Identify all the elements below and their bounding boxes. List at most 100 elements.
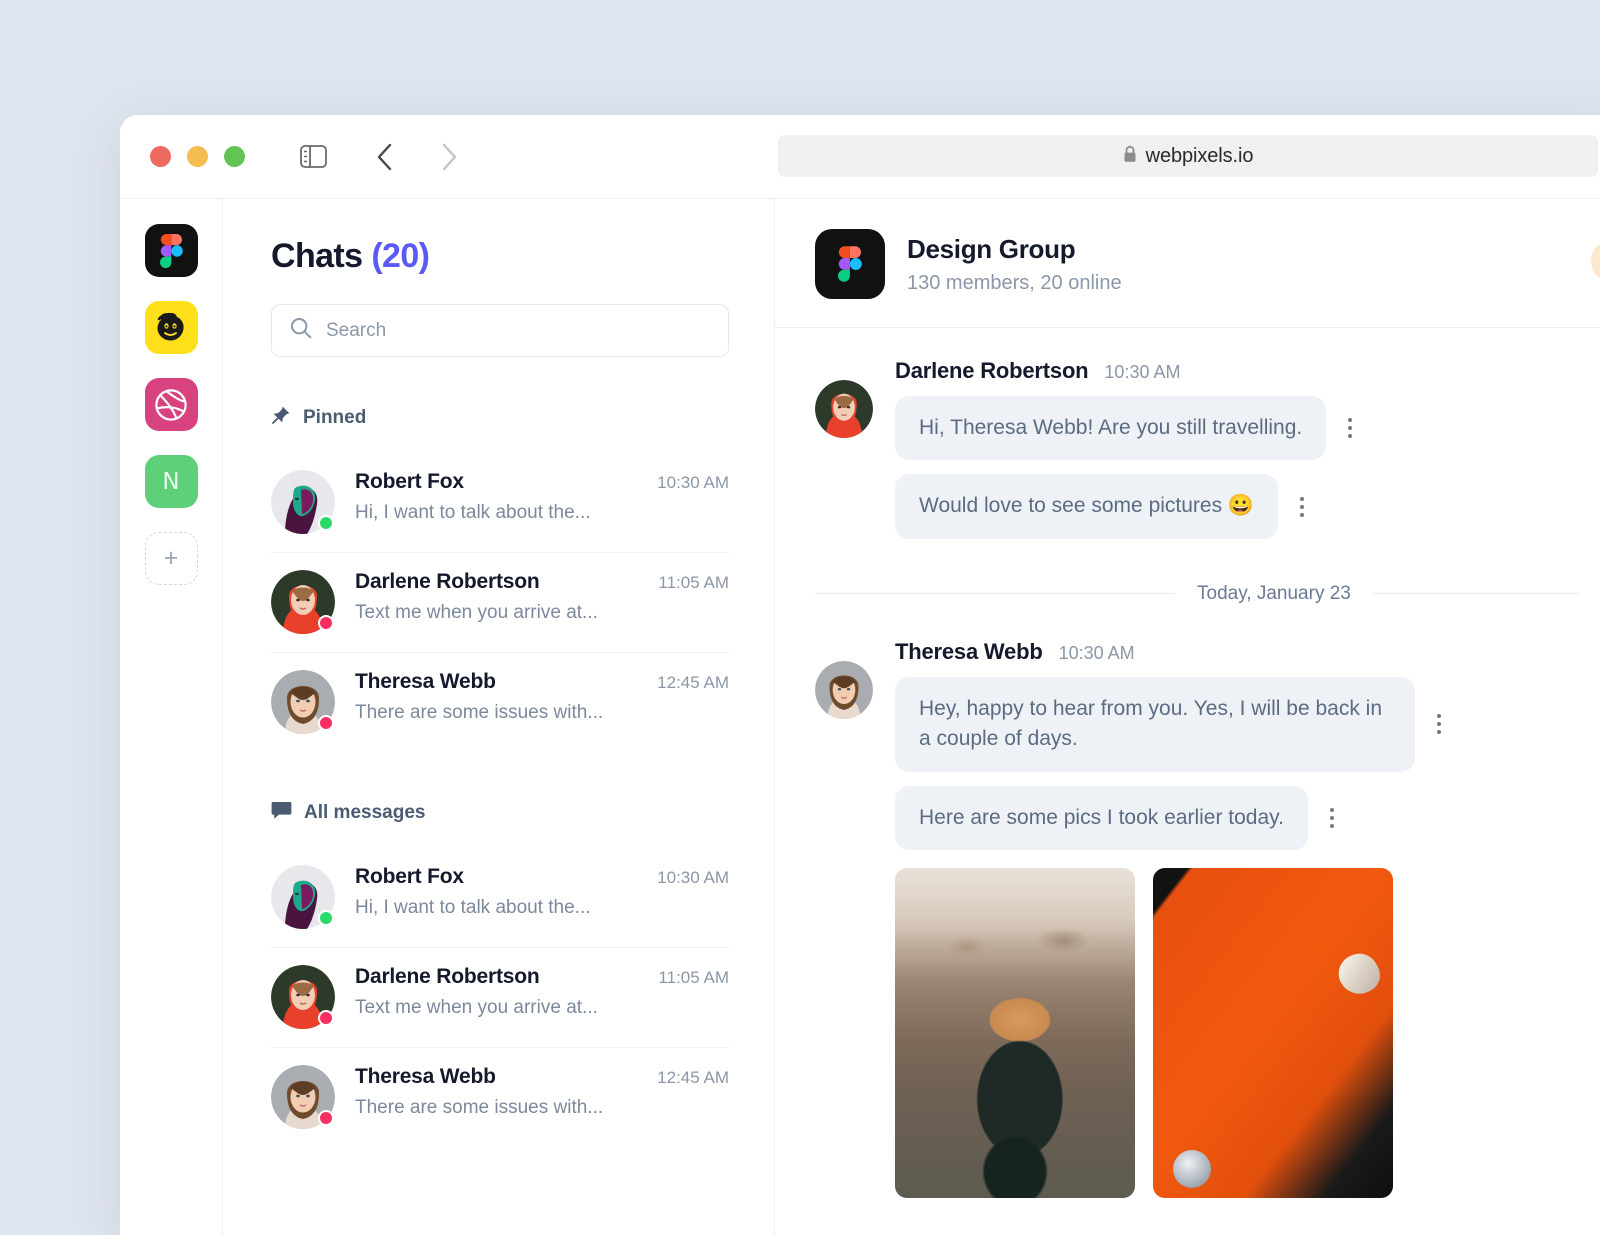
avatar-image: [815, 380, 873, 438]
section-header-pinned: Pinned: [271, 405, 729, 431]
message-sender: Theresa Webb: [895, 638, 1043, 664]
figma-icon: [838, 246, 862, 282]
message-bubble[interactable]: Hi, Theresa Webb! Are you still travelli…: [895, 396, 1327, 461]
message-bubble[interactable]: Would love to see some pictures 😀: [895, 474, 1279, 539]
list-item-body: Robert Fox 10:30 AM Hi, I want to talk a…: [355, 470, 729, 524]
forward-arrow-icon[interactable]: [426, 134, 472, 180]
conversation-panel: Design Group 130 members, 20 online Darl…: [775, 199, 1600, 1235]
message-timestamp: 10:30 AM: [1058, 642, 1135, 663]
avatar: [271, 670, 335, 734]
photo-attachment-orange-car[interactable]: [1153, 868, 1393, 1199]
avatar: [271, 1065, 335, 1129]
status-badge: [318, 1110, 334, 1126]
date-label: Today, January 23: [1197, 582, 1351, 604]
message-column: Theresa Webb 10:30 AM Hey, happy to hear…: [895, 639, 1580, 1199]
message-meta: Theresa Webb 10:30 AM: [895, 639, 1580, 665]
status-badge: [318, 515, 334, 531]
section-label-all-messages: All messages: [304, 802, 426, 823]
date-divider: Today, January 23: [815, 583, 1580, 605]
message-options-icon[interactable]: [1292, 491, 1312, 523]
timestamp: 12:45 AM: [657, 1068, 729, 1087]
list-item[interactable]: Darlene Robertson 11:05 AM Text me when …: [271, 948, 729, 1048]
timestamp: 12:45 AM: [657, 673, 729, 692]
close-button[interactable]: [150, 146, 171, 167]
pin-icon: [271, 405, 291, 431]
list-item-body: Darlene Robertson 11:05 AM Text me when …: [355, 570, 729, 624]
contact-name: Robert Fox: [355, 865, 464, 888]
message-options-icon[interactable]: [1340, 412, 1360, 444]
sidebar-toggle-icon[interactable]: [290, 134, 336, 180]
contact-name: Theresa Webb: [355, 670, 496, 693]
search-box[interactable]: [271, 304, 729, 357]
pinned-chat-items: Robert Fox 10:30 AM Hi, I want to talk a…: [271, 453, 729, 752]
contact-name: Theresa Webb: [355, 1065, 496, 1088]
list-item-body: Darlene Robertson 11:05 AM Text me when …: [355, 965, 729, 1019]
message-options-icon[interactable]: [1429, 708, 1449, 740]
message-preview: Hi, I want to talk about the...: [355, 502, 591, 523]
message-row: Here are some pics I took earlier today.: [895, 785, 1580, 851]
message-preview: Text me when you arrive at...: [355, 602, 598, 623]
browser-toolbar: webpixels.io: [120, 115, 1600, 198]
chat-bubble-icon: [271, 800, 292, 826]
message-bubble[interactable]: Here are some pics I took earlier today.: [895, 785, 1308, 851]
avatar: [271, 470, 335, 534]
contact-name: Darlene Robertson: [355, 965, 540, 988]
message-options-icon[interactable]: [1322, 802, 1342, 834]
add-app-button[interactable]: +: [144, 532, 198, 585]
photo-attachment-hiker-in-mountains[interactable]: [895, 868, 1135, 1199]
app-content: N + Chats (20) Search Pinned Robert Fox …: [120, 198, 1600, 1235]
list-item[interactable]: Theresa Webb 12:45 AM There are some iss…: [271, 1048, 729, 1147]
lock-icon: [1123, 145, 1137, 168]
contact-name: Darlene Robertson: [355, 570, 540, 593]
message-sender: Darlene Robertson: [895, 358, 1089, 383]
list-item-body: Theresa Webb 12:45 AM There are some iss…: [355, 1065, 729, 1119]
message-bubble[interactable]: Hey, happy to hear from you. Yes, I will…: [895, 676, 1415, 772]
avatar-image: [815, 660, 873, 719]
app-icon-notion[interactable]: N: [144, 455, 198, 508]
group-name: Design Group: [907, 233, 1076, 264]
contact-name: Robert Fox: [355, 470, 464, 493]
group-member-count: 130 members, 20 online: [907, 271, 1122, 294]
message-timestamp: 10:30 AM: [1104, 362, 1181, 382]
app-rail: N +: [120, 199, 223, 1235]
all-chat-items: Robert Fox 10:30 AM Hi, I want to talk a…: [271, 848, 729, 1147]
member-avatar-peek[interactable]: [1588, 237, 1600, 285]
page-title: Chats (20): [271, 237, 729, 276]
app-icon-notion-label: N: [162, 468, 180, 495]
group-info: Design Group 130 members, 20 online: [907, 234, 1122, 295]
photo-attachments: [895, 868, 1580, 1199]
avatar: [271, 965, 335, 1029]
timestamp: 11:05 AM: [658, 968, 729, 987]
address-bar[interactable]: webpixels.io: [778, 135, 1598, 177]
search-icon: [290, 317, 312, 344]
message-column: Darlene Robertson 10:30 AM Hi, Theresa W…: [895, 358, 1580, 553]
status-badge: [318, 910, 334, 926]
plus-icon: +: [163, 544, 179, 572]
message-row: Would love to see some pictures 😀: [895, 474, 1580, 539]
zoom-button[interactable]: [224, 146, 245, 167]
app-icon-figma[interactable]: [144, 224, 198, 277]
search-input[interactable]: [326, 319, 710, 342]
divider-line-left: [815, 593, 1175, 595]
message-meta: Darlene Robertson 10:30 AM: [895, 358, 1580, 384]
list-item[interactable]: Theresa Webb 12:45 AM There are some iss…: [271, 653, 729, 752]
avatar: [815, 660, 873, 719]
timestamp: 11:05 AM: [658, 573, 729, 592]
message-thread: Darlene Robertson 10:30 AM Hi, Theresa W…: [775, 328, 1600, 1235]
list-item[interactable]: Robert Fox 10:30 AM Hi, I want to talk a…: [271, 848, 729, 948]
chats-count: (20): [371, 237, 430, 275]
app-icon-mailchimp[interactable]: [144, 301, 198, 354]
avatar: [815, 380, 873, 438]
minimize-button[interactable]: [187, 146, 208, 167]
message-preview: There are some issues with...: [355, 702, 604, 723]
list-item[interactable]: Robert Fox 10:30 AM Hi, I want to talk a…: [271, 453, 729, 553]
toolbar-nav: [290, 134, 826, 180]
section-header-all-messages: All messages: [271, 800, 729, 826]
status-badge: [318, 615, 334, 631]
back-arrow-icon[interactable]: [362, 134, 408, 180]
list-item[interactable]: Darlene Robertson 11:05 AM Text me when …: [271, 553, 729, 653]
message-group: Darlene Robertson 10:30 AM Hi, Theresa W…: [815, 358, 1580, 553]
message-row: Hey, happy to hear from you. Yes, I will…: [895, 676, 1580, 772]
app-icon-dribbble[interactable]: [144, 378, 198, 431]
group-avatar[interactable]: [815, 229, 885, 299]
